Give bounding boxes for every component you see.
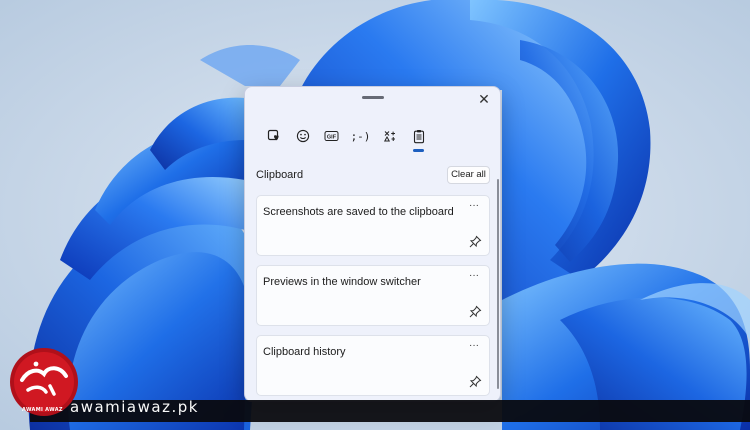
tab-kaomoji[interactable]: ;-) bbox=[346, 123, 375, 149]
clipboard-item-text: Screenshots are saved to the clipboard bbox=[263, 206, 454, 218]
clipboard-items: Screenshots are saved to the clipboard ·… bbox=[256, 195, 490, 401]
smiley-icon bbox=[296, 129, 309, 143]
tab-emoji[interactable] bbox=[288, 123, 317, 149]
svg-text:GIF: GIF bbox=[327, 134, 337, 140]
more-options-icon[interactable]: ··· bbox=[467, 201, 481, 215]
close-icon[interactable]: ✕ bbox=[476, 91, 492, 107]
tab-symbols[interactable] bbox=[375, 123, 404, 149]
scrollbar[interactable] bbox=[497, 179, 499, 389]
tab-clipboard[interactable] bbox=[404, 123, 433, 152]
tab-gif[interactable]: GIF bbox=[317, 123, 346, 149]
logo-caption: AWAMI AWAZ bbox=[22, 407, 63, 413]
kaomoji-icon: ;-) bbox=[350, 129, 371, 143]
clipboard-item-text: Clipboard history bbox=[263, 346, 346, 358]
symbols-icon bbox=[383, 131, 395, 142]
tab-emoji-heart[interactable] bbox=[259, 123, 288, 149]
panel-tabs: GIF ;-) bbox=[259, 123, 433, 152]
pin-icon[interactable] bbox=[468, 375, 482, 389]
section-title: Clipboard bbox=[256, 169, 304, 181]
clipboard-item[interactable]: Screenshots are saved to the clipboard ·… bbox=[256, 195, 490, 256]
clear-all-button[interactable]: Clear all bbox=[447, 166, 490, 184]
clipboard-item-text: Previews in the window switcher bbox=[263, 276, 421, 288]
more-options-icon[interactable]: ··· bbox=[467, 341, 481, 355]
clipboard-item[interactable]: Clipboard history ··· bbox=[256, 335, 490, 396]
drag-handle[interactable] bbox=[362, 96, 384, 99]
gif-icon: GIF bbox=[324, 131, 339, 141]
emoji-heart-icon bbox=[267, 129, 279, 141]
more-options-icon[interactable]: ··· bbox=[467, 271, 481, 285]
clipboard-history-panel: ✕ GIF ;-) Clipboard Clear all Screenshot… bbox=[244, 86, 501, 402]
clipboard-item[interactable]: Previews in the window switcher ··· bbox=[256, 265, 490, 326]
clipboard-icon bbox=[413, 129, 424, 143]
pin-icon[interactable] bbox=[468, 305, 482, 319]
pin-icon[interactable] bbox=[468, 235, 482, 249]
watermark-site-text: awamiawaz.pk bbox=[70, 398, 199, 416]
